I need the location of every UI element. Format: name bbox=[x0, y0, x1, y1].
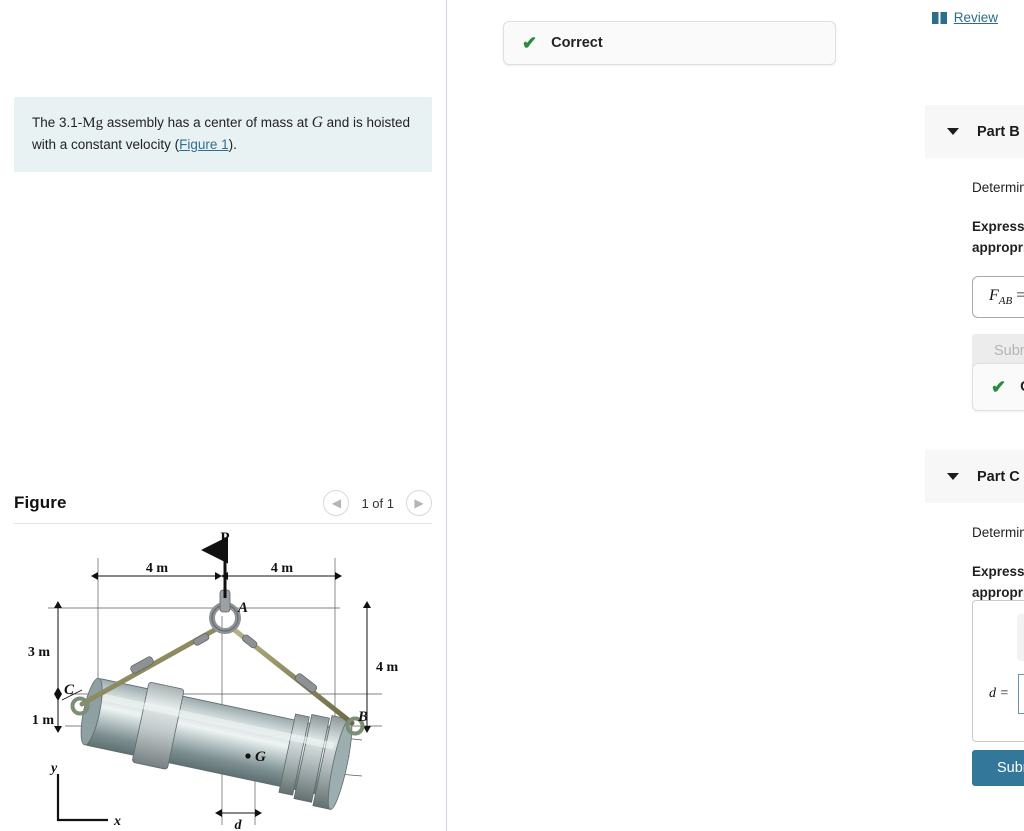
figure-header: Figure ◀ 1 of 1 ▶ bbox=[14, 483, 432, 523]
dimension-top-spans: 4 m 4 m bbox=[91, 561, 342, 580]
part-b-question: Determine the force in cable AB. bbox=[972, 176, 1024, 199]
part-b-answer-subscript: AB bbox=[998, 294, 1013, 307]
caret-down-icon[interactable] bbox=[947, 128, 959, 135]
figure-axis-y: y bbox=[49, 761, 58, 776]
figure-counter: 1 of 1 bbox=[361, 495, 394, 511]
figure-label-p: P bbox=[220, 530, 229, 546]
book-icon bbox=[931, 11, 947, 24]
part-c-title: Part C bbox=[977, 468, 1020, 485]
part-c-header[interactable]: Part C bbox=[925, 450, 1024, 503]
part-a-correct-label: Correct bbox=[551, 35, 603, 51]
part-c-entry-row: d = Value Units bbox=[989, 674, 1024, 714]
part-c-question-text: Determine the distance bbox=[972, 525, 1024, 540]
part-c-question: Determine the distance d for equilibrium… bbox=[972, 521, 1024, 544]
part-b-title: Part B bbox=[977, 123, 1020, 140]
problem-var-g: G bbox=[311, 114, 323, 131]
problem-text-1: The 3.1- bbox=[32, 115, 83, 130]
part-b-answer-symbol: F bbox=[989, 286, 999, 304]
part-b-header[interactable]: Part B ✔ bbox=[925, 105, 1024, 158]
part-b-answer-expression: FAB = 24.6 kN bbox=[989, 287, 1024, 307]
figure-label-span-right: 4 m bbox=[271, 561, 294, 576]
part-b-correct-banner: ✔ Correct bbox=[972, 363, 1024, 411]
figure-navigation: ◀ 1 of 1 ▶ bbox=[323, 490, 432, 516]
dimension-right-height: 4 m bbox=[363, 601, 399, 733]
part-b-instruction: Express your answer to three significant… bbox=[972, 219, 1024, 255]
figure-divider bbox=[14, 523, 432, 524]
figure-label-height-left-lower: 1 m bbox=[32, 713, 55, 728]
review-link[interactable]: Review bbox=[931, 10, 998, 25]
problem-mg-unit: Mg bbox=[82, 115, 104, 131]
chevron-left-icon[interactable]: ◀ bbox=[323, 490, 350, 516]
figure-label-a: A bbox=[237, 600, 248, 616]
part-b-answer-equals: = bbox=[1016, 286, 1024, 304]
figure-label-height-right: 4 m bbox=[376, 660, 399, 675]
part-c-variable-label: d = bbox=[989, 686, 1009, 701]
chevron-right-icon[interactable]: ▶ bbox=[406, 490, 432, 516]
figure-label-c: C bbox=[64, 682, 75, 698]
coordinate-axes: y x bbox=[49, 761, 121, 829]
part-a-correct-banner: ✔ Correct bbox=[503, 21, 836, 65]
part-b-body: Determine the force in cable AB. Express… bbox=[972, 176, 1024, 368]
part-c-button-row: Submit Request Answer bbox=[972, 750, 1024, 786]
value-input[interactable]: Value bbox=[1017, 674, 1024, 714]
part-c-answer-widget: μÅ bbox=[972, 600, 1024, 742]
review-link-label: Review bbox=[953, 10, 998, 25]
figure-label-height-left: 3 m bbox=[28, 645, 51, 660]
figure-svg: 4 m 4 m 3 m 1 m 4 m d G P A B C y x bbox=[28, 530, 399, 831]
problem-text-4: ). bbox=[228, 137, 237, 153]
left-panel: The 3.1-Mg assembly has a center of mass… bbox=[0, 0, 447, 831]
part-c-body: Determine the distance d for equilibrium… bbox=[972, 521, 1024, 603]
page-root: The 3.1-Mg assembly has a center of mass… bbox=[0, 0, 1024, 831]
problem-text-2: assembly has a center of mass at bbox=[103, 115, 312, 130]
dimension-d: d bbox=[215, 809, 262, 831]
figure-label-g: G bbox=[255, 749, 266, 765]
figure-1-link[interactable]: Figure 1 bbox=[179, 137, 229, 152]
part-c-submit-button[interactable]: Submit bbox=[972, 750, 1024, 786]
figure-label-d: d bbox=[235, 818, 243, 831]
problem-statement: The 3.1-Mg assembly has a center of mass… bbox=[14, 97, 432, 173]
right-panel: Review ✔ Correct Part B ✔ Determine the … bbox=[447, 0, 1024, 831]
check-icon: ✔ bbox=[991, 377, 1007, 397]
figure-diagram: 4 m 4 m 3 m 1 m 4 m d G P A B C y x bbox=[10, 528, 440, 831]
caret-down-icon[interactable] bbox=[947, 473, 959, 480]
check-icon: ✔ bbox=[522, 33, 538, 53]
part-b-correct-label: Correct bbox=[1020, 379, 1024, 395]
force-p-arrow: P bbox=[201, 530, 230, 598]
math-toolbar: μÅ bbox=[1017, 614, 1024, 661]
figure-label-b: B bbox=[357, 709, 368, 725]
part-b-question-text: Determine the force in cable bbox=[972, 180, 1024, 195]
figure-axis-x: x bbox=[113, 814, 121, 829]
figure-panel-title: Figure bbox=[14, 493, 67, 512]
part-c-instruction: Express your answer to three significant… bbox=[972, 564, 1024, 600]
part-b-answer-field[interactable]: FAB = 24.6 kN bbox=[972, 275, 1024, 318]
figure-label-span-left: 4 m bbox=[146, 561, 169, 576]
